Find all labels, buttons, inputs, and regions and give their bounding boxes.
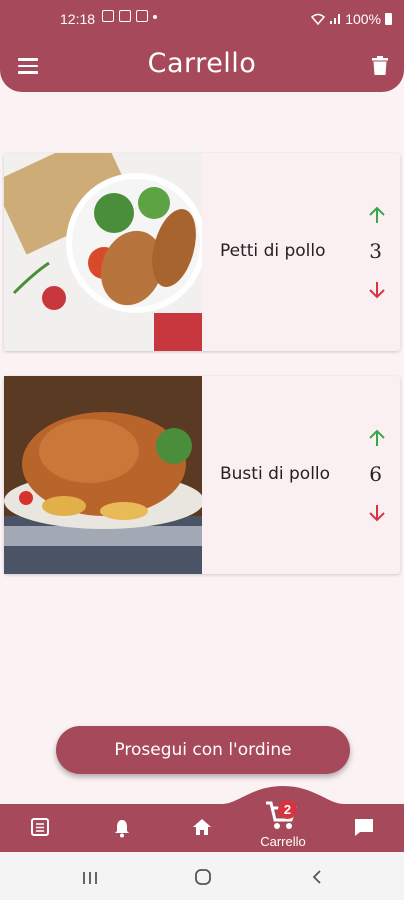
status-notification-icons — [102, 10, 157, 22]
nav-home[interactable] — [192, 818, 212, 840]
bell-icon — [115, 820, 129, 838]
status-right: 100% — [311, 11, 392, 27]
nav-messages[interactable] — [354, 818, 374, 841]
gmail-icon — [102, 10, 114, 22]
product-name: Busti di pollo — [220, 464, 331, 484]
decrease-quantity-button[interactable] — [368, 280, 386, 300]
product-quantity: 3 — [369, 239, 382, 263]
circle-home-icon — [195, 869, 211, 885]
status-time: 12:18 — [60, 11, 96, 27]
cart-item: Busti di pollo 6 — [4, 376, 400, 574]
product-image — [4, 376, 202, 574]
status-bar: 12:18 100% — [0, 0, 404, 38]
cart-item: Petti di pollo 3 — [4, 153, 400, 351]
bottom-navigation: 2 Carrello — [0, 780, 404, 852]
system-navigation-bar — [0, 852, 404, 900]
increase-quantity-button[interactable] — [368, 205, 386, 225]
nav-cart-label: Carrello — [260, 834, 306, 849]
product-name: Petti di pollo — [220, 241, 326, 261]
app-bar: Carrello — [0, 38, 404, 92]
cart-badge: 2 — [278, 800, 297, 819]
more-notifications-icon — [153, 15, 157, 19]
signal-icon — [330, 14, 341, 24]
list-icon — [31, 818, 49, 836]
arrow-up-icon — [369, 429, 385, 446]
arrow-down-icon — [369, 282, 385, 299]
decrease-quantity-button[interactable] — [368, 503, 386, 523]
product-image — [4, 153, 202, 351]
battery-percent: 100% — [345, 11, 381, 27]
recents-button[interactable] — [82, 870, 98, 889]
recents-icon — [83, 872, 97, 884]
back-button[interactable] — [311, 869, 323, 889]
image-icon — [119, 10, 131, 22]
clear-cart-button[interactable] — [371, 56, 389, 76]
arrow-up-icon — [369, 206, 385, 223]
home-icon — [193, 819, 211, 835]
nav-orders[interactable] — [31, 818, 49, 840]
home-system-button[interactable] — [195, 869, 211, 889]
proceed-order-button[interactable]: Prosegui con l'ordine — [56, 726, 350, 774]
product-quantity: 6 — [369, 462, 382, 486]
increase-quantity-button[interactable] — [368, 428, 386, 448]
app-icon — [136, 10, 148, 22]
nav-notifications[interactable] — [113, 818, 131, 842]
battery-icon — [385, 13, 392, 25]
chat-icon — [355, 819, 373, 836]
page-title: Carrello — [147, 48, 257, 79]
wifi-icon — [311, 13, 326, 25]
arrow-down-icon — [369, 505, 385, 522]
trash-icon — [372, 56, 388, 75]
back-icon — [312, 870, 321, 884]
